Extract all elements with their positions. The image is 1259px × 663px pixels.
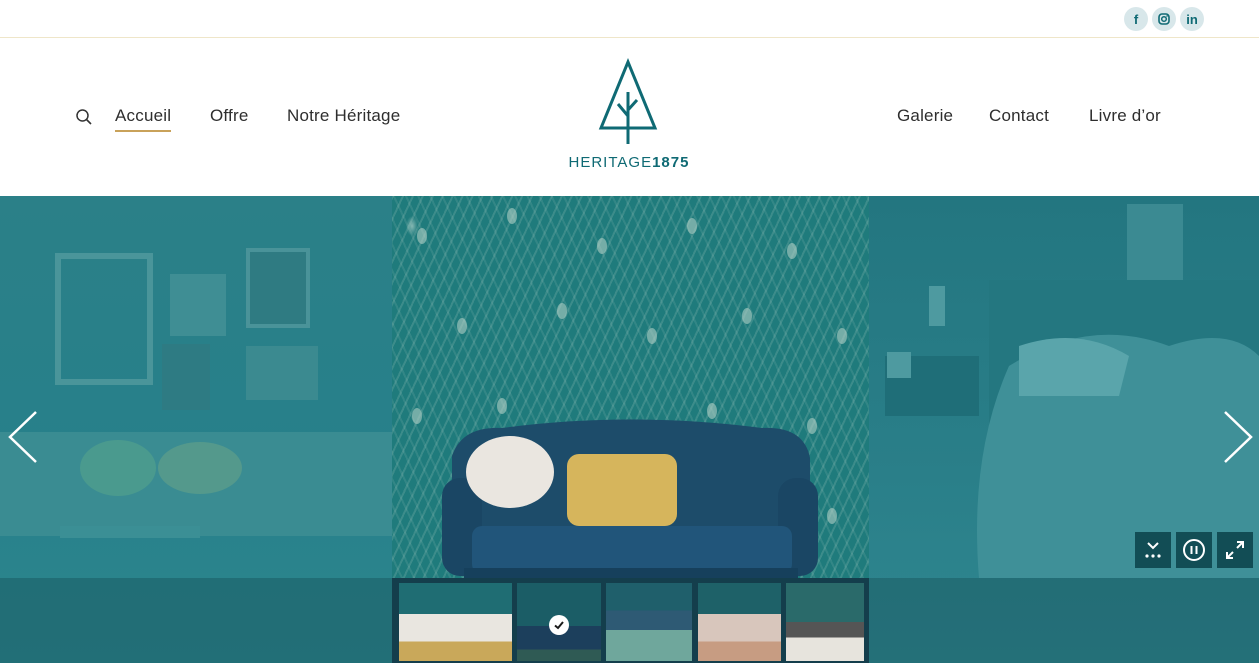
check-icon <box>549 615 569 635</box>
thumbnail-4[interactable] <box>698 583 781 661</box>
nav-galerie[interactable]: Galerie <box>897 106 953 126</box>
previous-arrow-icon[interactable] <box>6 410 40 464</box>
fullscreen-icon[interactable] <box>1217 532 1253 568</box>
pause-icon[interactable] <box>1176 532 1212 568</box>
tree-logo-icon <box>598 58 658 144</box>
linkedin-icon[interactable]: in <box>1180 7 1204 31</box>
logo-text-heritage: HERITAGE <box>568 154 653 171</box>
site-header: Accueil Offre Notre Héritage HERITAGE187… <box>0 38 1259 196</box>
image-slider[interactable] <box>0 196 1259 663</box>
nav-offre[interactable]: Offre <box>210 106 248 126</box>
site-logo[interactable]: HERITAGE1875 <box>566 58 692 174</box>
nav-notre-heritage[interactable]: Notre Héritage <box>287 106 400 126</box>
thumbnail-3[interactable] <box>606 583 692 661</box>
social-bar: f in <box>0 0 1259 38</box>
next-arrow-icon[interactable] <box>1221 410 1255 464</box>
expand-thumbnails-icon[interactable] <box>1135 532 1171 568</box>
thumbnail-1[interactable] <box>399 583 512 661</box>
instagram-icon[interactable] <box>1152 7 1176 31</box>
logo-wordmark: HERITAGE1875 <box>566 154 692 171</box>
search-icon[interactable] <box>75 108 93 126</box>
nav-contact[interactable]: Contact <box>989 106 1049 126</box>
nav-accueil[interactable]: Accueil <box>115 106 172 132</box>
thumbnail-5[interactable] <box>786 583 864 661</box>
nav-livre-dor[interactable]: Livre d’or <box>1089 106 1161 126</box>
logo-text-year: 1875 <box>652 154 690 171</box>
facebook-icon[interactable]: f <box>1124 7 1148 31</box>
